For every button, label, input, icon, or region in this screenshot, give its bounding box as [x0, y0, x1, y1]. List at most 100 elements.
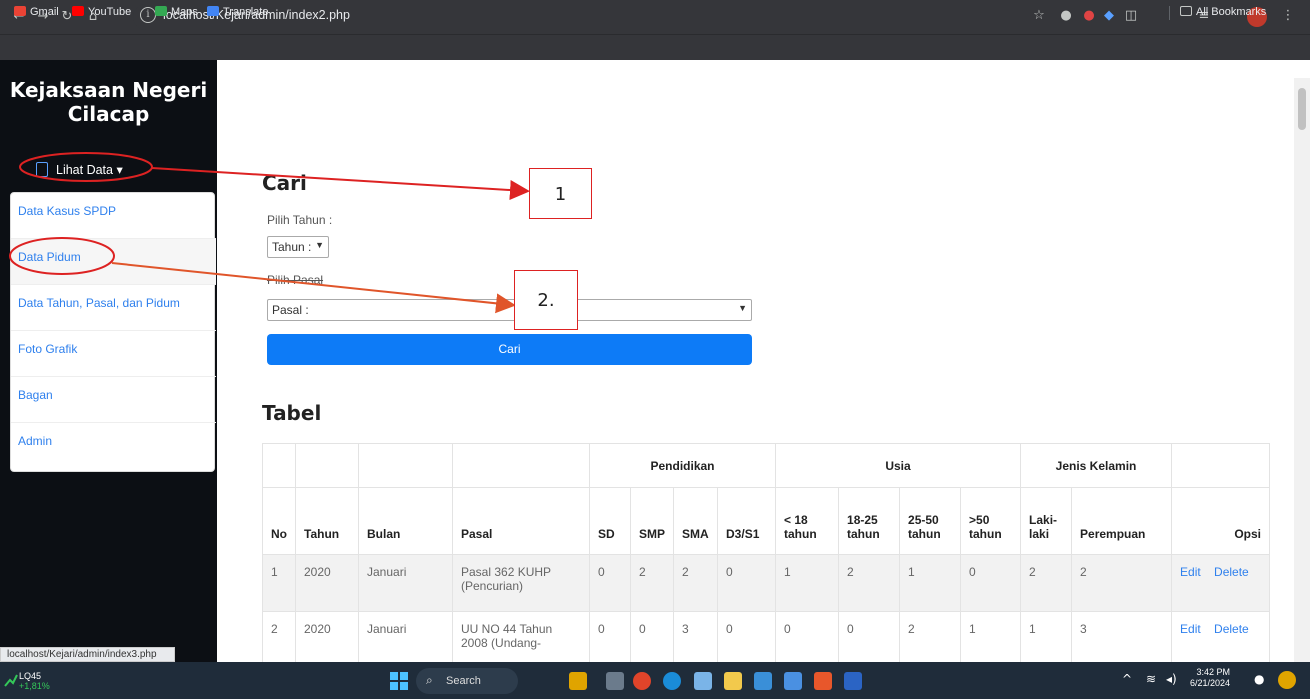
year-select[interactable]: Tahun : ▼ — [267, 236, 329, 258]
cell-sma: 3 — [673, 611, 719, 669]
th-perempuan: Perempuan — [1071, 487, 1173, 555]
menu-item-foto-grafik[interactable]: Foto Grafik — [11, 331, 216, 377]
windows-start-icon[interactable] — [390, 672, 408, 690]
extension-audio-icon[interactable]: ◆ — [1100, 7, 1118, 25]
cell-pasal: UU NO 44 Tahun 2008 (Undang- — [452, 611, 590, 669]
menu-item-bagan[interactable]: Bagan — [11, 377, 216, 423]
chevron-down-icon: ▼ — [738, 303, 747, 313]
bookmarks-separator — [1169, 6, 1170, 20]
cell-u50: 1 — [960, 611, 1022, 669]
cell-u18: 0 — [775, 611, 840, 669]
th-usia: Usia — [775, 443, 1022, 488]
cell-u18: 1 — [775, 554, 840, 612]
th-blank — [358, 443, 453, 488]
th-tahun: Tahun — [295, 487, 359, 555]
table-heading: Tabel — [262, 401, 322, 425]
th-d3s1: D3/S1 — [717, 487, 777, 555]
brand-title: Kejaksaan Negeri Cilacap — [9, 78, 208, 126]
cell-tahun: 2020 — [295, 554, 359, 612]
th-bulan: Bulan — [358, 487, 453, 555]
menu-item-data-tahun-pasal-pidum[interactable]: Data Tahun, Pasal, dan Pidum — [11, 285, 216, 331]
taskbar-widget-icon[interactable] — [569, 672, 587, 690]
lihat-data-dropdown[interactable]: Lihat Data ▾ — [36, 162, 123, 177]
cell-u2550: 2 — [899, 611, 962, 669]
data-table: Pendidikan Usia Jenis Kelamin No Tahun B… — [262, 443, 1271, 669]
th-u18: < 18 tahun — [775, 487, 840, 555]
notification-bell-icon[interactable]: ● — [1254, 672, 1264, 686]
os-taskbar — [0, 662, 1310, 699]
bookmark-gmail[interactable]: Gmail — [14, 6, 59, 18]
annotation-box-2: 2. — [514, 270, 578, 330]
th-blank — [295, 443, 359, 488]
menu-item-data-kasus-spdp[interactable]: Data Kasus SPDP — [11, 193, 216, 239]
menu-item-data-pidum[interactable]: Data Pidum — [11, 239, 216, 285]
th-blank — [262, 443, 296, 488]
cell-opsi: Edit Delete — [1171, 554, 1271, 612]
browser-status-bar: localhost/Kejari/admin/index3.php — [0, 647, 175, 662]
cell-u1825: 0 — [838, 611, 901, 669]
extension-icon[interactable]: ● — [1057, 7, 1075, 25]
chrome-icon[interactable] — [633, 672, 651, 690]
xampp-icon[interactable] — [814, 672, 832, 690]
cell-no: 2 — [262, 611, 296, 669]
th-blank — [1171, 443, 1271, 488]
task-view-icon[interactable] — [606, 672, 624, 690]
store-icon[interactable] — [784, 672, 802, 690]
tray-chevron-icon[interactable]: ^ — [1122, 672, 1132, 686]
th-smp: SMP — [629, 487, 675, 555]
search-button[interactable]: Cari — [267, 334, 752, 365]
cell-smp: 2 — [629, 554, 675, 612]
site-info-icon[interactable]: i — [140, 7, 156, 23]
edge-icon[interactable] — [663, 672, 681, 690]
wifi-icon[interactable]: ≋ — [1146, 672, 1156, 686]
cell-no: 1 — [262, 554, 296, 612]
word-icon[interactable] — [844, 672, 862, 690]
menu-kebab-icon[interactable]: ⋮ — [1279, 7, 1297, 25]
cell-laki: 2 — [1020, 554, 1073, 612]
cell-laki: 1 — [1020, 611, 1073, 669]
stock-trend-icon — [4, 674, 18, 687]
extensions-puzzle-icon[interactable]: ◫ — [1122, 7, 1140, 25]
table-row: 2 2020 Januari UU NO 44 Tahun 2008 (Unda… — [262, 611, 1271, 669]
app-icon[interactable] — [754, 672, 772, 690]
app-icon[interactable] — [694, 672, 712, 690]
copilot-icon[interactable] — [1278, 671, 1296, 689]
cell-smp: 0 — [629, 611, 675, 669]
scrollbar-thumb[interactable] — [1298, 88, 1306, 130]
delete-link[interactable]: Delete — [1214, 565, 1249, 579]
edit-link[interactable]: Edit — [1180, 565, 1201, 579]
year-label: Pilih Tahun : — [267, 213, 333, 227]
pasal-select[interactable]: Pasal : ▼ — [267, 299, 752, 321]
cell-tahun: 2020 — [295, 611, 359, 669]
th-jenis-kelamin: Jenis Kelamin — [1020, 443, 1173, 488]
bookmark-youtube[interactable]: YouTube — [72, 6, 131, 18]
chevron-down-icon: ▼ — [315, 240, 324, 250]
th-u1825: 18-25 tahun — [838, 487, 901, 555]
menu-item-admin[interactable]: Admin — [11, 423, 216, 469]
page-scrollbar[interactable] — [1294, 78, 1310, 662]
all-bookmarks[interactable]: All Bookmarks — [1180, 6, 1266, 18]
annotation-box-1: 1 — [529, 168, 592, 219]
cell-bulan: Januari — [358, 611, 453, 669]
pasal-label: Pilih Pasal — [267, 273, 324, 287]
th-laki: Laki-laki — [1020, 487, 1073, 555]
file-icon — [36, 162, 48, 177]
bookmark-maps[interactable]: Maps — [155, 6, 198, 18]
th-sd: SD — [589, 487, 631, 555]
volume-icon[interactable]: ◂) — [1166, 672, 1177, 686]
extension-red-icon[interactable]: ● — [1080, 7, 1098, 25]
cell-sd: 0 — [589, 611, 631, 669]
clock[interactable]: 3:42 PM 6/21/2024 — [1190, 667, 1230, 689]
folder-icon — [1180, 6, 1192, 16]
delete-link[interactable]: Delete — [1214, 622, 1249, 636]
bookmark-star-icon[interactable]: ☆ — [1030, 7, 1048, 25]
file-explorer-icon[interactable] — [724, 672, 742, 690]
cell-opsi: Edit Delete — [1171, 611, 1271, 669]
cell-d3s1: 0 — [717, 554, 777, 612]
stock-widget[interactable]: LQ45 +1,81% — [19, 671, 50, 691]
bookmark-translate[interactable]: Translate — [207, 6, 268, 18]
dropdown-menu: Data Kasus SPDP Data Pidum Data Tahun, P… — [10, 192, 216, 472]
th-no: No — [262, 487, 296, 555]
edit-link[interactable]: Edit — [1180, 622, 1201, 636]
cell-sma: 2 — [673, 554, 719, 612]
